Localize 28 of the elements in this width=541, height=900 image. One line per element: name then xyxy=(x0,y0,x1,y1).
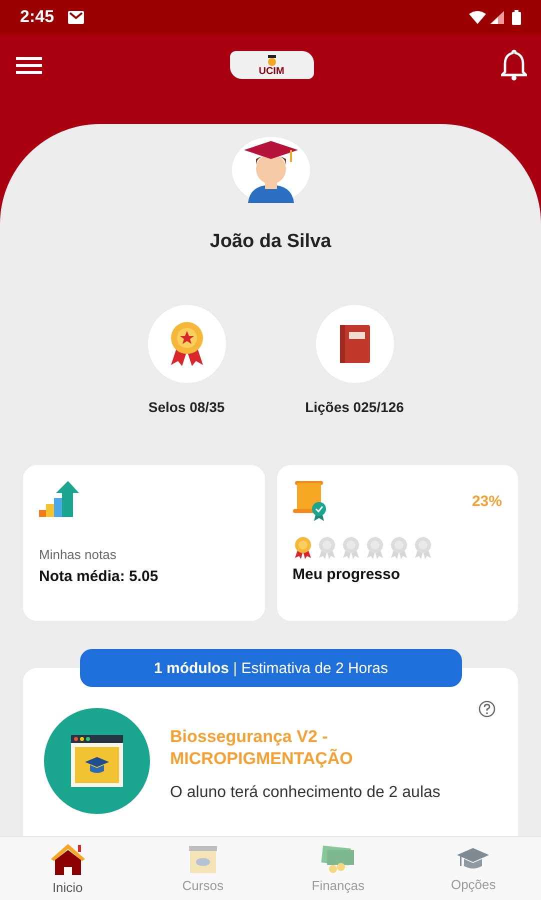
course-icon xyxy=(188,844,218,874)
mail-icon xyxy=(68,10,84,24)
certificate-icon xyxy=(292,481,328,521)
progress-percent: 23% xyxy=(472,493,502,510)
grades-caption: Minhas notas xyxy=(39,547,118,562)
nav-tab[interactable]: Inicio xyxy=(0,837,136,900)
course-summary: 1 módulos | Estimativa de 2 Horas xyxy=(80,649,462,687)
course-description: O aluno terá conhecimento de 2 aulas xyxy=(170,784,440,802)
status-time: 2:45 xyxy=(20,7,54,27)
online-course-icon xyxy=(71,735,123,787)
book-icon xyxy=(338,324,370,364)
help-icon[interactable] xyxy=(478,700,496,718)
battery-icon xyxy=(512,10,521,24)
menu-icon[interactable] xyxy=(16,55,42,75)
average-grade: Nota média: 5.05 xyxy=(39,568,160,585)
money-icon xyxy=(321,844,356,874)
growth-chart-icon xyxy=(39,481,79,519)
app-logo: UCIM xyxy=(230,51,314,79)
stat-label: Selos 08/35 xyxy=(148,399,225,415)
house-icon xyxy=(48,842,87,876)
progress-label: Meu progresso xyxy=(292,566,402,583)
grades-card[interactable]: Minhas notas Nota média: 5.05 xyxy=(23,465,264,621)
wifi-icon xyxy=(469,10,486,24)
stat-label: Lições 025/126 xyxy=(305,399,404,415)
student-name: João da Silva xyxy=(210,231,332,253)
bell-icon[interactable] xyxy=(501,49,527,81)
progress-card[interactable]: 23% Meu progresso xyxy=(276,465,518,621)
signal-icon xyxy=(490,10,504,24)
